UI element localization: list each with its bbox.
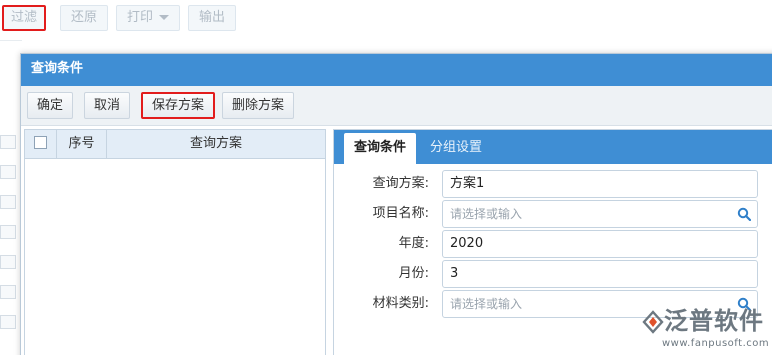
- brand-url: www.fanpusoft.com: [662, 338, 770, 349]
- select-all-cell: [25, 130, 57, 158]
- bg-divider: [0, 40, 22, 41]
- export-button[interactable]: 输出: [188, 5, 237, 31]
- form-row-month: 月份: 3: [334, 260, 772, 288]
- column-header-plan[interactable]: 查询方案: [107, 130, 325, 158]
- column-header-index[interactable]: 序号: [57, 130, 107, 158]
- plan-input[interactable]: 方案1: [442, 170, 758, 198]
- tab-query-conditions[interactable]: 查询条件: [344, 133, 417, 164]
- bg-row-checkbox: [0, 285, 16, 299]
- year-label: 年度:: [398, 236, 429, 251]
- project-input[interactable]: 请选择或输入: [442, 200, 758, 228]
- page: 过滤 还原 打印 输出 查询条件 确定 取消 保存方案 删除方案 序号 查询方案…: [0, 0, 772, 355]
- brand-name: 泛普软件: [664, 307, 764, 335]
- brand-logo-icon: [642, 310, 664, 334]
- chevron-down-icon: [159, 15, 170, 20]
- print-button-label: 打印: [127, 10, 154, 25]
- month-input[interactable]: 3: [442, 260, 758, 288]
- form-row-year: 年度: 2020: [334, 230, 772, 258]
- bg-row-checkbox: [0, 195, 16, 209]
- select-all-checkbox[interactable]: [34, 136, 47, 149]
- project-placeholder: 请选择或输入: [450, 207, 523, 221]
- year-input[interactable]: 2020: [442, 230, 758, 258]
- save-plan-button[interactable]: 保存方案: [141, 92, 216, 119]
- main-toolbar: 过滤 还原 打印 输出: [0, 0, 772, 36]
- bg-row-checkbox: [0, 315, 16, 329]
- plan-grid: 序号 查询方案: [24, 129, 326, 355]
- form-row-project: 项目名称: 请选择或输入: [334, 200, 772, 228]
- brand-watermark: 泛普软件 www.fanpusoft.com: [640, 304, 772, 355]
- search-icon[interactable]: [737, 207, 751, 221]
- plan-grid-header: 序号 查询方案: [25, 130, 325, 159]
- confirm-button[interactable]: 确定: [27, 92, 74, 119]
- material-placeholder: 请选择或输入: [450, 297, 523, 311]
- bg-row-checkbox: [0, 135, 16, 149]
- material-label: 材料类别:: [372, 296, 429, 311]
- bg-row-checkbox: [0, 165, 16, 179]
- dialog-toolbar: 确定 取消 保存方案 删除方案: [21, 86, 772, 126]
- tab-bar: 查询条件 分组设置: [334, 130, 772, 164]
- print-button[interactable]: 打印: [116, 5, 181, 31]
- filter-button[interactable]: 过滤: [2, 5, 47, 31]
- dialog-title: 查询条件: [21, 54, 772, 86]
- month-label: 月份:: [398, 266, 429, 281]
- form-row-plan: 查询方案: 方案1: [334, 170, 772, 198]
- plan-label: 查询方案:: [372, 176, 429, 191]
- restore-button[interactable]: 还原: [60, 5, 109, 31]
- project-label: 项目名称:: [372, 206, 429, 221]
- delete-plan-button[interactable]: 删除方案: [222, 92, 295, 119]
- tab-group-settings[interactable]: 分组设置: [420, 133, 492, 164]
- bg-row-checkbox: [0, 255, 16, 269]
- bg-row-checkbox: [0, 225, 16, 239]
- cancel-button[interactable]: 取消: [84, 92, 131, 119]
